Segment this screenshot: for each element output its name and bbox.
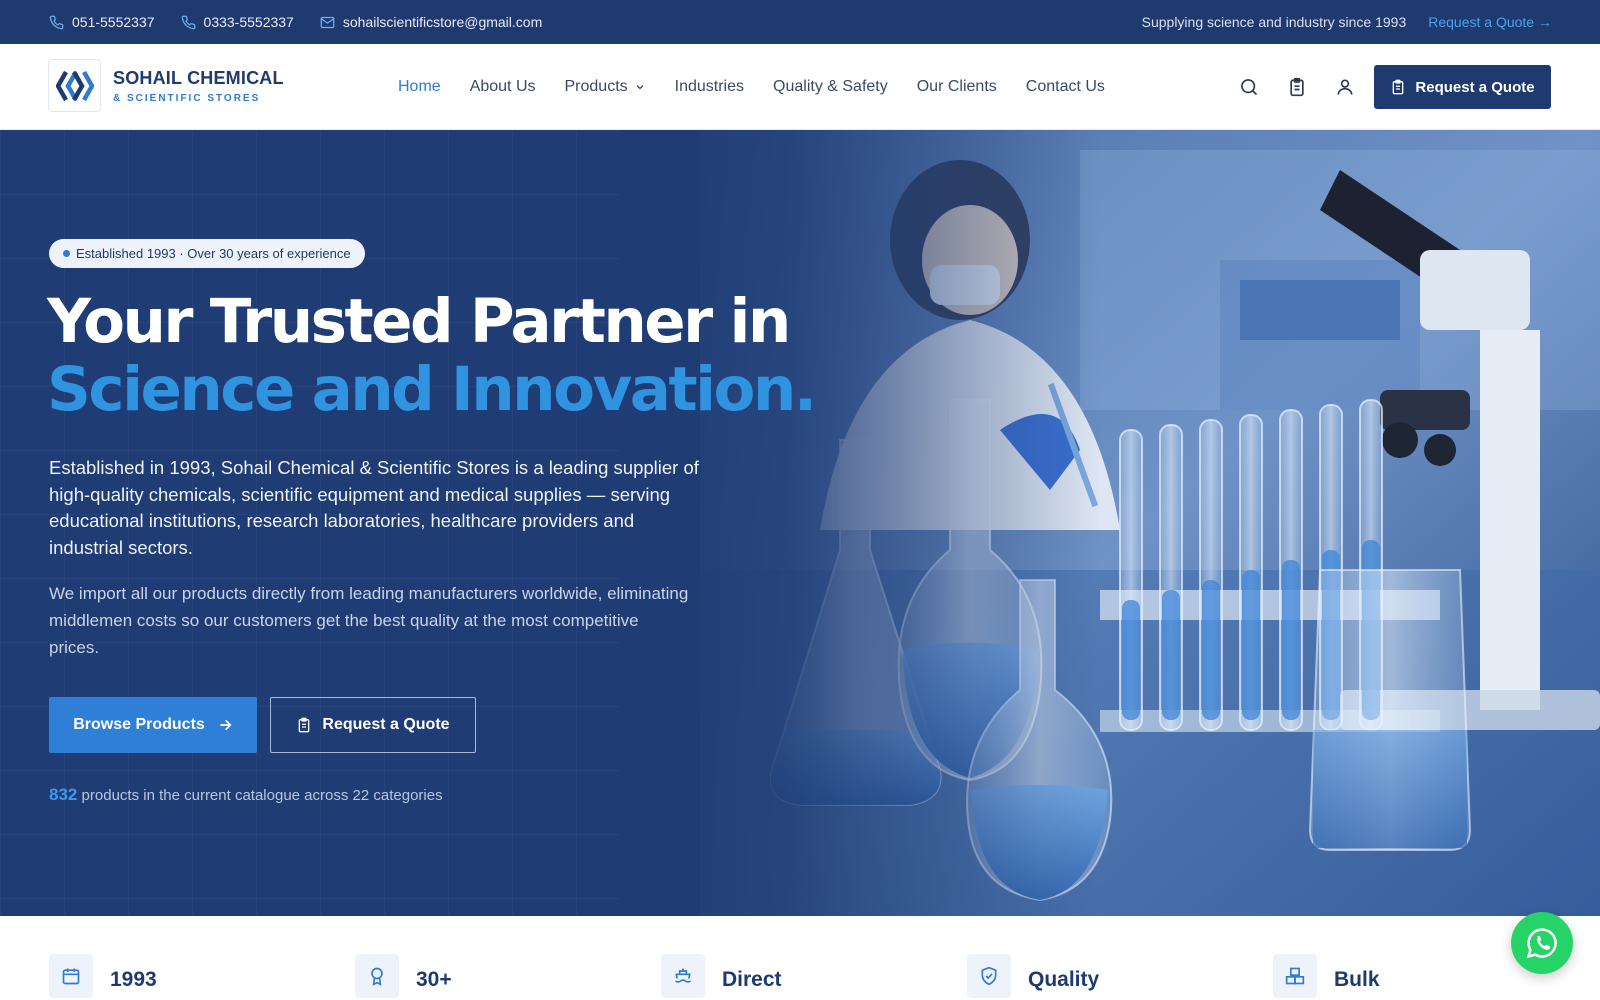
- search-button[interactable]: [1238, 76, 1260, 98]
- phone-1[interactable]: 051-5552337: [49, 14, 155, 30]
- search-icon: [1241, 79, 1258, 96]
- nav-home[interactable]: Home: [398, 78, 441, 96]
- hero-description: Established in 1993, Sohail Chemical & S…: [49, 457, 699, 558]
- phone-2-text: 0333-5552337: [203, 14, 294, 30]
- established-badge: Established 1993 · Over 30 years of expe…: [49, 239, 365, 268]
- email-text: sohailscientificstore@gmail.com: [342, 14, 543, 30]
- phone-icon: [181, 15, 195, 29]
- stats-strip: 1993 30+ Direct Quality Bulk: [0, 916, 1600, 1000]
- browse-products-button[interactable]: Browse Products: [49, 697, 257, 753]
- badge-text: Established 1993 · Over 30 years of expe…: [76, 246, 351, 261]
- catalog-text: products in the current catalogue across…: [77, 787, 443, 804]
- calendar-icon: [49, 954, 93, 998]
- clipboard-icon: [1290, 77, 1304, 97]
- badge-dot-icon: [63, 250, 70, 257]
- hero-section: Established 1993 · Over 30 years of expe…: [0, 130, 1600, 916]
- mail-icon: [320, 16, 335, 28]
- hero-secondary-description: We import all our products directly from…: [49, 584, 689, 657]
- logo-title: SOHAIL CHEMICAL: [113, 67, 284, 88]
- whatsapp-button[interactable]: [1511, 912, 1573, 974]
- catalog-count: 832: [49, 785, 78, 804]
- phone-2[interactable]: 0333-5552337: [181, 14, 294, 30]
- clipboard-icon: [299, 717, 310, 733]
- user-icon: [1337, 79, 1353, 95]
- stat-direct-title: Direct: [722, 968, 782, 991]
- nav-clients[interactable]: Our Clients: [917, 78, 997, 96]
- ship-icon: [661, 954, 705, 998]
- phone-1-text: 051-5552337: [72, 14, 155, 30]
- stat-quality-title: Quality: [1028, 968, 1100, 991]
- catalog-summary: 832 products in the current catalogue ac…: [49, 785, 443, 805]
- header-quote-button[interactable]: Request a Quote: [1374, 65, 1551, 109]
- topbar-quote-link[interactable]: Request a Quote →: [1428, 14, 1552, 30]
- hero-title-line1: Your Trusted Partner in: [47, 286, 791, 357]
- top-bar: 051-5552337 0333-5552337 sohailscientifi…: [0, 0, 1600, 44]
- nav-about[interactable]: About Us: [470, 78, 536, 96]
- nav-industries[interactable]: Industries: [675, 78, 744, 96]
- browse-products-label: Browse Products: [73, 716, 205, 733]
- logo[interactable]: SOHAIL CHEMICAL & SCIENTIFIC STORES: [48, 59, 284, 112]
- stat-years-title: 30+: [416, 968, 452, 991]
- stat-bulk-title: Bulk: [1334, 968, 1380, 991]
- logo-mark-icon: [48, 59, 101, 112]
- arrow-right-icon: [220, 719, 232, 731]
- chevron-down-icon: [636, 85, 644, 90]
- nav-contact[interactable]: Contact Us: [1026, 78, 1105, 96]
- tagline: Supplying science and industry since 199…: [1141, 14, 1407, 30]
- award-icon: [355, 954, 399, 998]
- stat-established-title: 1993: [110, 968, 157, 991]
- hero-quote-button[interactable]: Request a Quote: [270, 697, 476, 753]
- hero-title-line2: Science and Innovation.: [47, 354, 817, 425]
- nav-products[interactable]: Products: [565, 78, 646, 96]
- nav-quality-safety[interactable]: Quality & Safety: [773, 78, 888, 96]
- hero-quote-label: Request a Quote: [322, 716, 450, 733]
- whatsapp-icon: [1526, 928, 1557, 959]
- logo-subtitle: & SCIENTIFIC STORES: [113, 92, 261, 104]
- shield-check-icon: [967, 954, 1011, 998]
- boxes-icon: [1273, 954, 1317, 998]
- main-nav: Home About Us Products Industries Qualit…: [398, 44, 1105, 130]
- quote-list-button[interactable]: [1286, 76, 1308, 98]
- nav-products-label: Products: [564, 78, 628, 95]
- hero-title: Your Trusted Partner in Science and Inno…: [47, 286, 817, 425]
- clipboard-icon: [1393, 79, 1404, 95]
- account-button[interactable]: [1334, 76, 1356, 98]
- main-header: SOHAIL CHEMICAL & SCIENTIFIC STORES Home…: [0, 44, 1600, 130]
- contact-info: 051-5552337 0333-5552337 sohailscientifi…: [49, 0, 542, 44]
- header-quote-label: Request a Quote: [1415, 78, 1535, 96]
- email-link[interactable]: sohailscientificstore@gmail.com: [320, 14, 542, 30]
- phone-icon: [49, 15, 64, 29]
